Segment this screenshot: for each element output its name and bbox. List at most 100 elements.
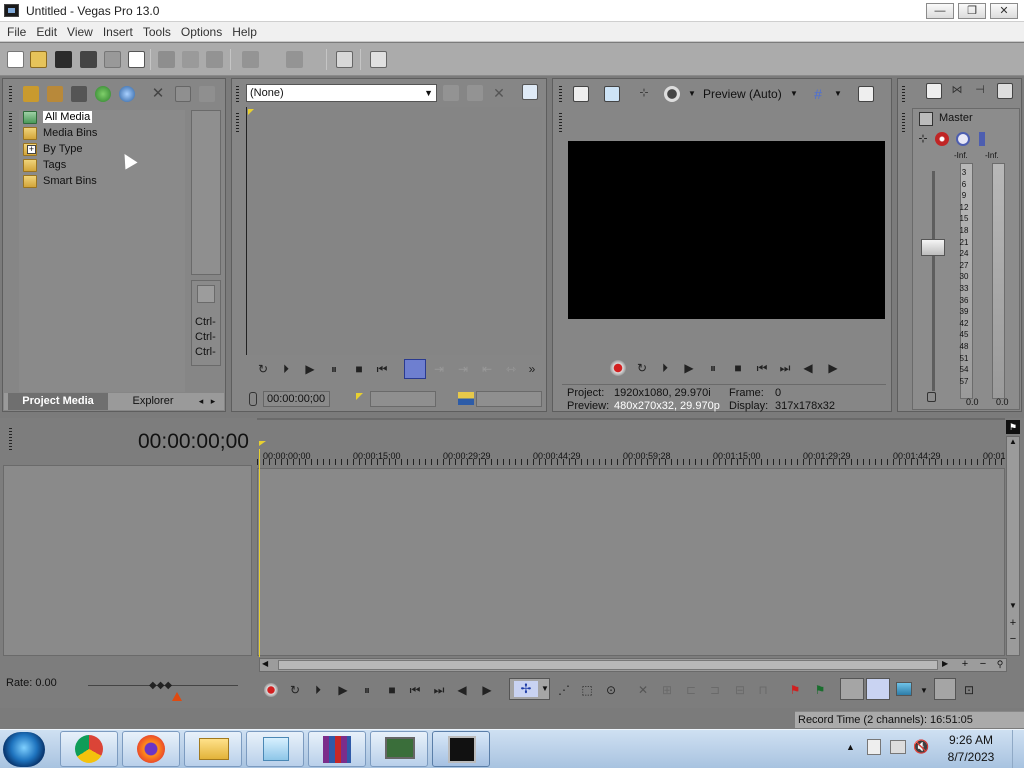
play-from-start-icon[interactable]: ⏵: [279, 362, 293, 376]
tree-item-smart-bins[interactable]: Smart Bins: [23, 175, 97, 190]
minimize-button[interactable]: —: [926, 3, 954, 19]
lock-envelopes-icon[interactable]: [934, 678, 956, 700]
menu-edit[interactable]: Edit: [31, 22, 62, 42]
split-screen-icon[interactable]: [664, 86, 680, 102]
insert-region-icon[interactable]: ⚑: [813, 683, 827, 697]
tab-scroll-left-icon[interactable]: ◂: [196, 396, 206, 407]
overlays-icon[interactable]: #: [810, 86, 826, 102]
record-icon[interactable]: [610, 360, 626, 376]
show-desktop-button[interactable]: [1012, 730, 1024, 768]
master-fader[interactable]: [921, 239, 945, 256]
trim-icon[interactable]: ⇤: [480, 362, 494, 376]
ignore-grouping-icon[interactable]: ⊡: [962, 683, 976, 697]
trim-icon[interactable]: ⇥: [456, 362, 470, 376]
tree-item-tags[interactable]: Tags: [23, 159, 66, 174]
previous-frame-icon[interactable]: ◀: [801, 361, 815, 375]
trimmer-dropdown[interactable]: (None) ▼: [246, 84, 437, 102]
marker-bar-icon[interactable]: ⚑: [1006, 420, 1020, 434]
tree-item-all-media[interactable]: All Media: [23, 111, 93, 126]
pause-icon[interactable]: ⏸: [327, 362, 341, 376]
trimmer-mode-icon[interactable]: [404, 359, 426, 379]
play-icon[interactable]: ▶: [336, 683, 350, 697]
capture-icon[interactable]: [47, 86, 63, 102]
chevron-down-icon[interactable]: ▼: [920, 686, 928, 695]
close-button[interactable]: ✕: [990, 3, 1018, 19]
pan-icon[interactable]: ⊹: [916, 132, 930, 146]
taskbar-chrome[interactable]: [60, 731, 118, 767]
dim-icon[interactable]: ⊣: [972, 83, 988, 99]
menu-tools[interactable]: Tools: [138, 22, 176, 42]
play-from-start-icon[interactable]: ⏵: [658, 361, 672, 375]
trimmer-clear-icon[interactable]: ✕: [491, 85, 507, 101]
taskbar-winrar[interactable]: [308, 731, 366, 767]
scroll-down-icon[interactable]: ▼: [1008, 601, 1018, 613]
stop-icon[interactable]: ■: [731, 361, 745, 375]
play-from-start-icon[interactable]: ⏵: [311, 683, 325, 697]
external-monitor-icon[interactable]: [604, 86, 620, 102]
plugin-icon[interactable]: [199, 86, 215, 102]
menu-file[interactable]: File: [2, 22, 31, 42]
expand-icon[interactable]: +: [27, 145, 36, 154]
solo-icon[interactable]: [979, 132, 985, 146]
loop-icon[interactable]: ↻: [256, 362, 270, 376]
search-icon[interactable]: [119, 86, 135, 102]
delete-icon[interactable]: ✕: [150, 86, 166, 102]
trimmer-in-field[interactable]: [370, 391, 436, 407]
effects-icon[interactable]: [197, 285, 215, 303]
go-to-start-icon[interactable]: ⏮: [408, 683, 422, 697]
taskbar-firefox[interactable]: [122, 731, 180, 767]
pause-icon[interactable]: ⏸: [360, 683, 374, 697]
trimmer-tool-icon[interactable]: [443, 85, 459, 101]
timeline-track-area[interactable]: [257, 449, 1005, 657]
chevron-down-icon[interactable]: ▼: [688, 89, 696, 98]
copy-icon[interactable]: [182, 51, 199, 68]
horizontal-scrollbar[interactable]: ◀ ▶ + − ⚲: [259, 658, 1007, 672]
paste-icon[interactable]: [206, 51, 223, 68]
go-to-end-icon[interactable]: ⏭: [432, 683, 446, 697]
zoom-in-icon[interactable]: +: [958, 658, 972, 672]
downmix-icon[interactable]: ⋈: [949, 83, 965, 99]
menu-help[interactable]: Help: [227, 22, 262, 42]
normal-edit-tool-icon[interactable]: ✢: [514, 681, 538, 697]
play-icon[interactable]: ▶: [682, 361, 696, 375]
zoom-tool-icon[interactable]: ⊙: [604, 683, 618, 697]
import-media-icon[interactable]: [23, 86, 39, 102]
properties-icon[interactable]: [175, 86, 191, 102]
get-media-icon[interactable]: [71, 86, 87, 102]
maximize-button[interactable]: ❐: [958, 3, 986, 19]
tab-explorer[interactable]: Explorer: [110, 393, 196, 410]
action-center-icon[interactable]: [867, 739, 881, 755]
mute-icon[interactable]: [956, 132, 970, 146]
zoom-in-icon[interactable]: +: [1007, 618, 1019, 630]
go-to-start-icon[interactable]: ⏮: [375, 362, 389, 376]
trimmer-timecode[interactable]: 00:00:00;00: [263, 391, 330, 407]
next-frame-icon[interactable]: ▶: [480, 683, 494, 697]
taskbar-vegas[interactable]: [432, 731, 490, 767]
previous-frame-icon[interactable]: ◀: [455, 683, 469, 697]
redo-icon[interactable]: [286, 51, 303, 68]
scroll-right-icon[interactable]: ▶: [942, 659, 948, 668]
zoom-out-icon[interactable]: −: [976, 658, 990, 672]
trimmer-tool-icon[interactable]: [467, 85, 483, 101]
render-as-icon[interactable]: [336, 51, 353, 68]
trim-start-icon[interactable]: ⊏: [684, 683, 698, 697]
chevron-down-icon[interactable]: ▼: [541, 684, 549, 693]
tab-scroll-right-icon[interactable]: ▸: [208, 396, 218, 407]
taskbar-explorer[interactable]: [184, 731, 242, 767]
record-icon[interactable]: [264, 683, 278, 697]
go-to-start-icon[interactable]: ⏮: [755, 361, 769, 375]
scroll-left-icon[interactable]: ◀: [262, 659, 268, 668]
snapping-icon[interactable]: [840, 678, 864, 700]
loop-icon[interactable]: ↻: [635, 361, 649, 375]
fx-chain-icon[interactable]: [935, 132, 949, 146]
trim-icon[interactable]: ⇥: [432, 362, 446, 376]
lock-icon[interactable]: [927, 392, 936, 402]
save-icon[interactable]: [55, 51, 72, 68]
zoom-out-icon[interactable]: −: [1007, 634, 1019, 646]
lock-icon[interactable]: ⊓: [756, 683, 770, 697]
envelope-tool-icon[interactable]: ⋰: [557, 683, 571, 697]
tab-project-media[interactable]: Project Media: [8, 393, 108, 410]
rate-slider-handle[interactable]: ◆◆◆: [149, 680, 172, 691]
cut-icon[interactable]: [158, 51, 175, 68]
trim-icon[interactable]: ⊞: [660, 683, 674, 697]
